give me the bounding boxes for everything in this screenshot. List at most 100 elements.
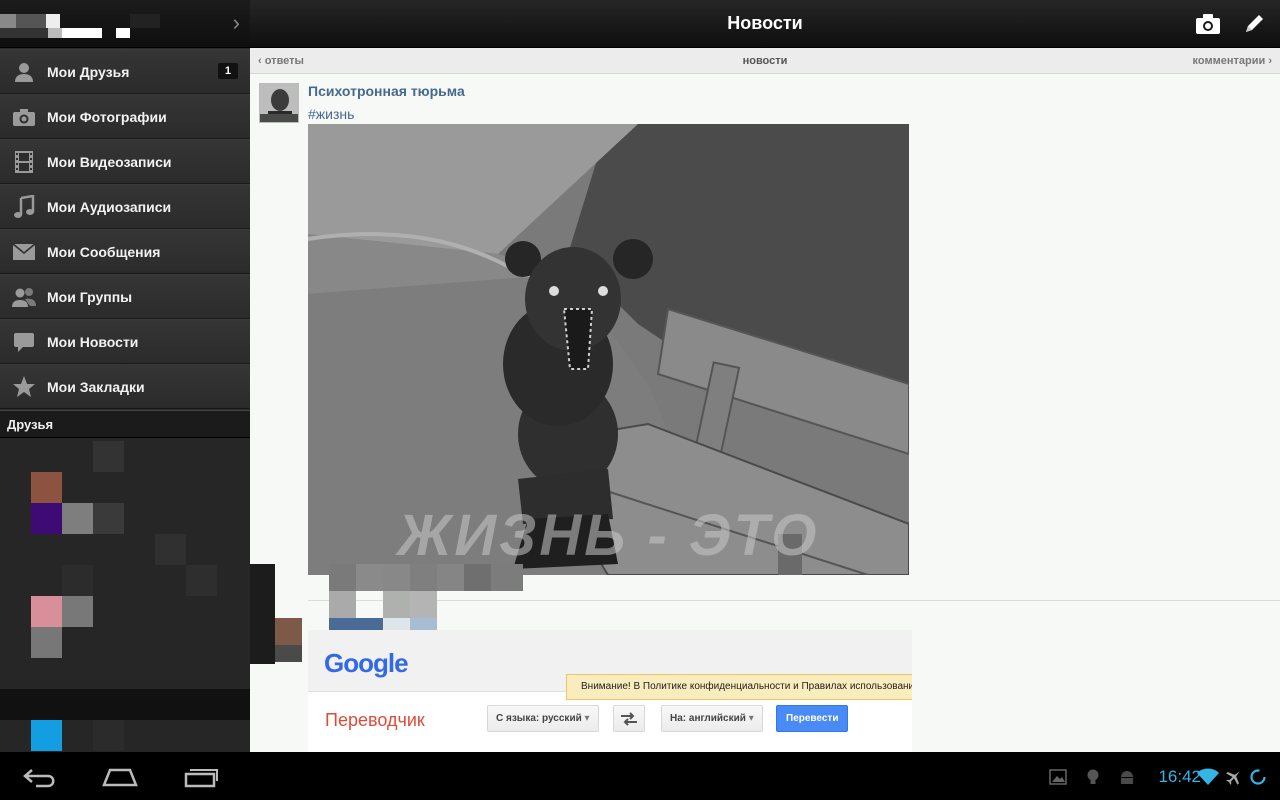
censored-pixel xyxy=(491,564,523,591)
profile-pixel xyxy=(48,28,62,38)
post-author-avatar[interactable] xyxy=(259,83,299,123)
friend-pixel xyxy=(31,627,62,658)
camera-button[interactable] xyxy=(1193,10,1223,38)
menu-item-groups[interactable]: Мои Группы xyxy=(0,274,250,319)
user-icon xyxy=(11,59,37,85)
system-bar: 16:42 xyxy=(0,752,1280,800)
friend-pixel xyxy=(31,720,62,751)
recent-apps-icon xyxy=(184,769,218,788)
privacy-notice-banner: Внимание! В Политике конфиденциальности … xyxy=(566,674,912,700)
camera-icon xyxy=(11,104,37,130)
menu-item-bookmarks[interactable]: Мои Закладки xyxy=(0,364,250,409)
main-menu: Мои Друзья 1 Мои Фотографии Мои Видеозап… xyxy=(0,49,250,409)
censored-pixel xyxy=(383,564,410,591)
friend-pixel xyxy=(155,534,186,565)
friends-section-header: Друзья xyxy=(0,410,250,438)
friends-count-badge: 1 xyxy=(217,63,238,79)
post-author-name[interactable]: Психотронная тюрьма xyxy=(308,83,465,99)
censored-pixel xyxy=(410,591,437,618)
profile-pixel xyxy=(62,28,102,38)
friend-pixel xyxy=(62,503,93,534)
menu-item-label: Мои Друзья xyxy=(47,63,130,80)
embedded-translate-screenshot[interactable]: Google Внимание! В Политике конфиденциал… xyxy=(308,630,912,752)
friend-pixel xyxy=(186,565,217,596)
envelope-icon xyxy=(11,239,37,265)
action-bar: Новости xyxy=(250,0,1280,48)
post-photo[interactable]: ЖИЗНЬ - ЭТО БОЛЬ xyxy=(308,124,909,575)
status-clock: 16:42 xyxy=(1158,767,1201,786)
page-title: Новости xyxy=(727,13,803,33)
menu-item-label: Мои Фотографии xyxy=(47,108,167,125)
music-note-icon xyxy=(11,194,37,220)
censored-pixel xyxy=(383,591,410,618)
back-arrow-icon xyxy=(23,769,55,788)
current-section-label: новости xyxy=(742,55,788,67)
comments-link[interactable]: комментарии › xyxy=(1193,55,1272,67)
profile-pixel xyxy=(0,14,16,28)
profile-pixel xyxy=(130,14,160,28)
camera-icon xyxy=(1196,14,1220,34)
compose-button[interactable] xyxy=(1239,10,1269,38)
dropdown-arrow-icon: ▾ xyxy=(748,713,754,724)
swap-languages-button[interactable] xyxy=(613,705,645,732)
menu-item-audio[interactable]: Мои Аудиозаписи xyxy=(0,184,250,229)
sync-icon xyxy=(1249,768,1267,786)
source-language-dropdown[interactable]: С языка: русский ▾ xyxy=(487,705,599,732)
censored-pixel xyxy=(275,618,302,645)
translate-button[interactable]: Перевести xyxy=(776,705,849,732)
back-button[interactable] xyxy=(17,762,63,792)
google-logo: Google xyxy=(324,648,409,678)
chevron-left-icon: ‹ xyxy=(258,55,265,67)
friend-pixel xyxy=(93,720,124,751)
censored-pixel xyxy=(437,564,464,591)
censored-pixel xyxy=(464,564,491,591)
menu-item-label: Мои Аудиозаписи xyxy=(47,198,172,215)
profile-pixel xyxy=(16,14,46,28)
friend-pixel xyxy=(93,441,124,472)
profile-pixel xyxy=(116,28,130,38)
post-divider xyxy=(308,600,1280,601)
menu-item-label: Мои Сообщения xyxy=(47,243,161,260)
wifi-icon xyxy=(1197,768,1219,786)
menu-item-label: Мои Видеозаписи xyxy=(47,153,172,170)
friend-pixel xyxy=(0,689,250,720)
post-hashtag[interactable]: #жизнь xyxy=(308,106,354,122)
dropdown-arrow-icon: ▾ xyxy=(584,713,590,724)
gallery-notification-icon xyxy=(1049,768,1067,786)
speech-bubble-icon xyxy=(11,329,37,355)
friend-pixel xyxy=(31,472,62,503)
sidebar: › Мои Друзья 1 Мои Фотографии Мои Видеоз… xyxy=(0,0,250,752)
star-icon xyxy=(11,374,37,400)
friend-pixel xyxy=(31,503,62,534)
news-feed[interactable]: Психотронная тюрьма #жизнь ЖИЗНЬ - ЭТО G… xyxy=(250,74,1280,752)
group-icon xyxy=(11,284,37,310)
profile-pixel xyxy=(0,28,48,38)
menu-item-news[interactable]: Мои Новости xyxy=(0,319,250,364)
censored-pixel xyxy=(356,564,383,591)
menu-item-friends[interactable]: Мои Друзья 1 xyxy=(0,49,250,94)
censored-pixel xyxy=(329,591,356,618)
home-button[interactable] xyxy=(97,762,143,792)
pencil-icon xyxy=(1246,15,1263,32)
menu-item-videos[interactable]: Мои Видеозаписи xyxy=(0,139,250,184)
profile-pixel xyxy=(46,14,60,28)
censored-pixel xyxy=(275,645,302,662)
friend-pixel xyxy=(93,503,124,534)
friend-pixel xyxy=(62,565,93,596)
censored-pixel xyxy=(410,564,437,591)
profile-header[interactable]: › xyxy=(0,0,250,48)
friend-pixel xyxy=(62,596,93,627)
friends-list-censored[interactable] xyxy=(0,438,250,752)
menu-item-label: Мои Закладки xyxy=(47,378,145,395)
home-icon xyxy=(102,768,138,787)
recent-apps-button[interactable] xyxy=(178,762,224,792)
replies-link[interactable]: ‹ ответы xyxy=(258,55,304,67)
menu-item-label: Мои Новости xyxy=(47,333,139,350)
menu-item-messages[interactable]: Мои Сообщения xyxy=(0,229,250,274)
censored-pixel xyxy=(250,564,275,664)
menu-item-label: Мои Группы xyxy=(47,288,133,305)
lightbulb-notification-icon xyxy=(1084,768,1102,786)
menu-item-photos[interactable]: Мои Фотографии xyxy=(0,94,250,139)
chevron-right-icon: › xyxy=(1265,55,1272,67)
target-language-dropdown[interactable]: На: английский ▾ xyxy=(661,705,763,732)
